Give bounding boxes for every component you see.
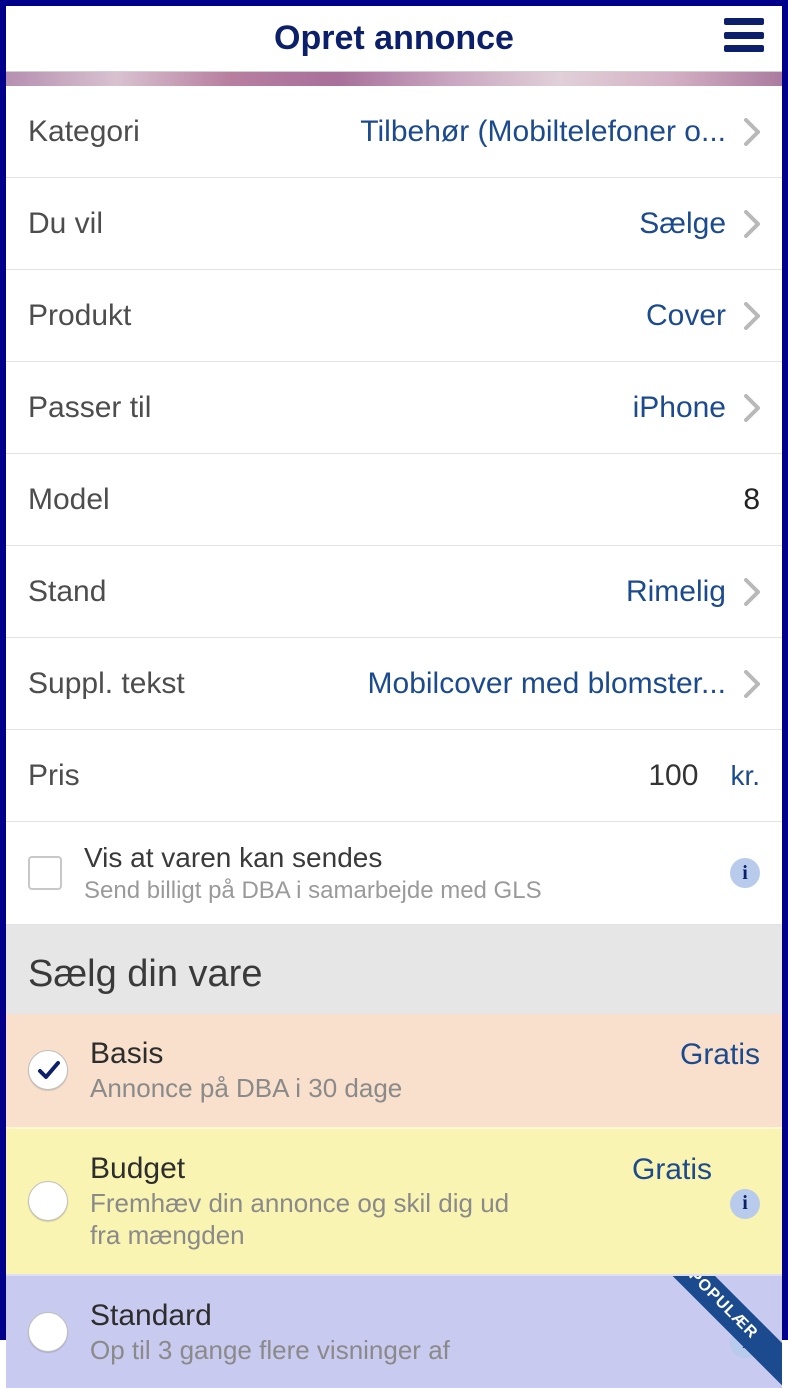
menu-icon[interactable] bbox=[724, 18, 764, 52]
plan-option-basis[interactable]: Basis Annonce på DBA i 30 dage Gratis bbox=[6, 1014, 782, 1127]
info-icon[interactable]: i bbox=[730, 1189, 760, 1219]
row-label-produkt: Produkt bbox=[28, 299, 131, 333]
section-header-sell: Sælg din vare bbox=[6, 925, 782, 1014]
plan-subtitle-standard: Op til 3 gange flere visninger af bbox=[90, 1334, 530, 1367]
row-value-pris: 100 bbox=[648, 759, 698, 793]
row-value-kategori: Tilbehør (Mobiltelefoner o... bbox=[360, 115, 726, 149]
row-label-passer: Passer til bbox=[28, 391, 151, 425]
app-header: Opret annonce bbox=[6, 6, 782, 72]
row-shipping-option[interactable]: Vis at varen kan sendes Send billigt på … bbox=[6, 822, 782, 925]
plan-radio-basis[interactable] bbox=[28, 1050, 68, 1090]
plan-subtitle-basis: Annonce på DBA i 30 dage bbox=[90, 1072, 530, 1105]
price-unit: kr. bbox=[730, 760, 760, 792]
chevron-right-icon bbox=[744, 118, 760, 146]
chevron-right-icon bbox=[744, 394, 760, 422]
photo-preview-strip[interactable] bbox=[6, 72, 782, 86]
plan-option-standard[interactable]: Standard Op til 3 gange flere visninger … bbox=[6, 1274, 782, 1388]
row-suppl-tekst[interactable]: Suppl. tekst Mobilcover med blomster... bbox=[6, 638, 782, 730]
row-passer-til[interactable]: Passer til iPhone bbox=[6, 362, 782, 454]
row-label-model: Model bbox=[28, 483, 110, 517]
checkmark-icon bbox=[36, 1058, 60, 1082]
row-value-model: 8 bbox=[743, 483, 760, 517]
row-duvil[interactable]: Du vil Sælge bbox=[6, 178, 782, 270]
shipping-subtitle: Send billigt på DBA i samarbejde med GLS bbox=[84, 875, 730, 906]
shipping-checkbox[interactable] bbox=[28, 856, 62, 890]
row-pris[interactable]: Pris 100 kr. bbox=[6, 730, 782, 822]
shipping-text: Vis at varen kan sendes Send billigt på … bbox=[84, 840, 730, 906]
plan-subtitle-budget: Fremhæv din annonce og skil dig ud fra m… bbox=[90, 1187, 530, 1252]
row-label-stand: Stand bbox=[28, 575, 106, 609]
row-model[interactable]: Model 8 bbox=[6, 454, 782, 546]
row-kategori[interactable]: Kategori Tilbehør (Mobiltelefoner o... bbox=[6, 86, 782, 178]
row-produkt[interactable]: Produkt Cover bbox=[6, 270, 782, 362]
row-label-duvil: Du vil bbox=[28, 207, 103, 241]
shipping-title: Vis at varen kan sendes bbox=[84, 840, 730, 875]
row-label-pris: Pris bbox=[28, 759, 80, 793]
chevron-right-icon bbox=[744, 210, 760, 238]
info-icon[interactable]: i bbox=[730, 858, 760, 888]
row-value-passer: iPhone bbox=[633, 391, 726, 425]
chevron-right-icon bbox=[744, 670, 760, 698]
row-value-stand: Rimelig bbox=[626, 575, 726, 609]
plan-price-basis: Gratis bbox=[680, 1038, 760, 1072]
row-value-duvil: Sælge bbox=[639, 207, 726, 241]
plan-price-budget: Gratis bbox=[632, 1153, 712, 1187]
plan-option-budget[interactable]: Budget Fremhæv din annonce og skil dig u… bbox=[6, 1127, 782, 1274]
plan-radio-standard[interactable] bbox=[28, 1312, 68, 1352]
plan-title-budget: Budget bbox=[90, 1151, 632, 1187]
plan-radio-budget[interactable] bbox=[28, 1181, 68, 1221]
row-stand[interactable]: Stand Rimelig bbox=[6, 546, 782, 638]
plan-title-basis: Basis bbox=[90, 1036, 680, 1072]
row-value-produkt: Cover bbox=[646, 299, 726, 333]
chevron-right-icon bbox=[744, 578, 760, 606]
chevron-right-icon bbox=[744, 302, 760, 330]
row-label-kategori: Kategori bbox=[28, 115, 140, 149]
page-title: Opret annonce bbox=[274, 19, 514, 58]
plan-title-standard: Standard bbox=[90, 1298, 712, 1334]
row-label-suppl: Suppl. tekst bbox=[28, 667, 185, 701]
row-value-suppl: Mobilcover med blomster... bbox=[368, 667, 726, 701]
